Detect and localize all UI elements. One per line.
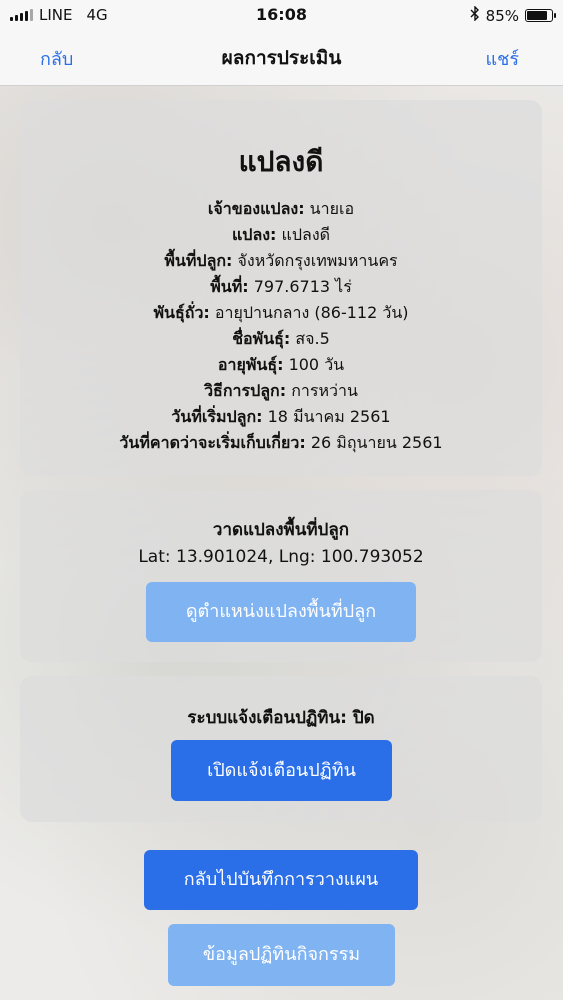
battery-icon xyxy=(525,9,556,22)
calendar-alert-status: ระบบแจ้งเตือนปฏิทิน: ปิด xyxy=(187,708,375,728)
plot-location-card: วาดแปลงพื้นที่ปลูก Lat: 13.901024, Lng: … xyxy=(20,490,542,662)
info-location: พื้นที่ปลูก: จังหวัดกรุงเทพมหานคร xyxy=(164,251,398,270)
calendar-alert-card: ระบบแจ้งเตือนปฏิทิน: ปิด เปิดแจ้งเตือนปฏ… xyxy=(20,676,542,822)
share-button[interactable]: แชร์ xyxy=(486,44,520,73)
back-button[interactable]: กลับ xyxy=(40,44,73,73)
info-start-date: วันที่เริ่มปลูก: 18 มีนาคม 2561 xyxy=(171,407,391,426)
battery-percent: 85% xyxy=(485,6,519,25)
page-title: ผลการประเมิน xyxy=(221,47,342,69)
plot-details: เจ้าของแปลง: นายเอ แปลง: แปลงดี พื้นที่ป… xyxy=(20,196,542,456)
activity-calendar-button[interactable]: ข้อมูลปฏิทินกิจกรรม xyxy=(168,924,395,986)
location-title: วาดแปลงพื้นที่ปลูก xyxy=(212,520,350,540)
navigation-bar: กลับ ผลการประเมิน แชร์ xyxy=(0,30,563,86)
info-planting-method: วิธีการปลูก: การหว่าน xyxy=(204,381,358,400)
info-variety-name: ชื่อพันธุ์: สจ.5 xyxy=(232,329,330,348)
info-harvest-date: วันที่คาดว่าจะเริ่มเก็บเกี่ยว: 26 มิถุนา… xyxy=(119,433,443,452)
bluetooth-icon xyxy=(470,5,480,25)
plot-info-card: แปลงดี เจ้าของแปลง: นายเอ แปลง: แปลงดี พ… xyxy=(20,100,542,476)
info-variety-age: อายุพันธุ์: 100 วัน xyxy=(217,355,345,374)
info-bean-type: พันธุ์ถั่ว: อายุปานกลาง (86-112 วัน) xyxy=(153,303,409,322)
enable-calendar-alert-button[interactable]: เปิดแจ้งเตือนปฏิทิน xyxy=(171,740,392,801)
status-bar: LINE 4G 16:08 85% xyxy=(0,0,563,30)
location-coordinates: Lat: 13.901024, Lng: 100.793052 xyxy=(138,547,424,567)
view-plot-location-button[interactable]: ดูตำแหน่งแปลงพื้นที่ปลูก xyxy=(146,582,416,642)
info-owner: เจ้าของแปลง: นายเอ xyxy=(207,199,355,218)
info-plot: แปลง: แปลงดี xyxy=(231,225,331,244)
info-area: พื้นที่: 797.6713 ไร่ xyxy=(210,277,352,296)
plot-name-title: แปลงดี xyxy=(238,145,324,178)
back-to-planning-button[interactable]: กลับไปบันทึกการวางแผน xyxy=(144,850,418,910)
